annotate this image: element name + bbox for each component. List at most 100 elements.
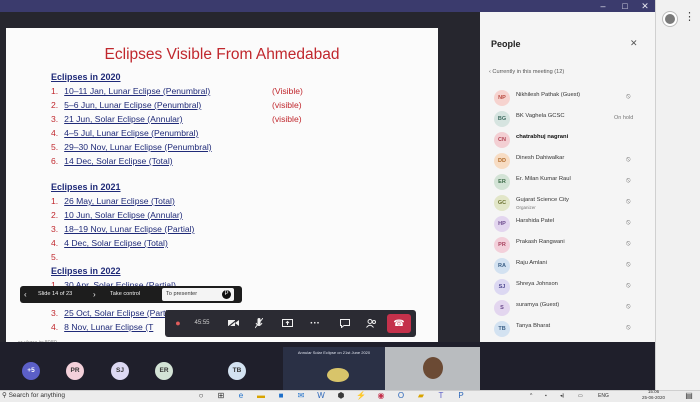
participant-name: Gujarat Science City xyxy=(516,197,569,203)
participant-name: BK Vaghela GCSC xyxy=(516,113,565,119)
section-label: Currently in this meeting (12) xyxy=(492,69,565,75)
microphone-icon[interactable] xyxy=(249,310,269,337)
slide-counter: Slide 14 of 23 xyxy=(38,291,73,297)
participant-avatar: NP xyxy=(494,90,510,106)
maximize-icon[interactable]: □ xyxy=(614,0,636,12)
video-tile-presentation[interactable]: Annular Solar Eclipse on 21st June 2020 xyxy=(283,347,385,390)
mic-muted-icon: ⦸ xyxy=(626,261,631,268)
list-item: 6. 14 Dec, Solar Eclipse (Total) xyxy=(51,156,173,166)
notifications-icon[interactable]: ▤ xyxy=(684,391,694,401)
mic-muted-icon: ⦸ xyxy=(626,324,631,331)
list-item: 2. 5–6 Jun, Lunar Eclipse (Penumbral) xyxy=(51,100,202,110)
powerpoint-icon[interactable]: P xyxy=(456,391,466,401)
close-window-icon[interactable]: ✕ xyxy=(634,0,656,12)
teams-window: – □ ✕ ⋮ Eclipses Visible From Ahmedabad … xyxy=(0,0,700,402)
participant-name: Prakash Rangwani xyxy=(516,239,565,245)
slide-title: Eclipses Visible From Ahmedabad xyxy=(104,46,340,63)
network-icon[interactable]: ▪ xyxy=(545,390,547,402)
hang-up-button[interactable]: ☎ xyxy=(387,314,411,333)
folder-icon[interactable]: ▰ xyxy=(416,391,426,401)
participant-avatar: GC xyxy=(494,195,510,211)
more-actions-icon[interactable]: ··· xyxy=(305,310,325,337)
participant-row[interactable]: GC Gujarat Science City Organizer ⦸ xyxy=(494,195,654,211)
take-control-button[interactable]: Take control xyxy=(110,286,140,303)
visibility-note: (Visible) xyxy=(272,86,303,96)
participant-row[interactable]: NP Nikhilesh Pathak (Guest) ⦸ xyxy=(494,90,654,106)
teams-icon[interactable]: T xyxy=(436,391,446,401)
participant-row[interactable]: PR Prakash Rangwani ⦸ xyxy=(494,237,654,253)
participant-row[interactable]: Ssuramya (Guest) ⦸ xyxy=(494,300,654,316)
section-heading: Eclipses in 2022 xyxy=(51,266,121,276)
participant-role: Organizer xyxy=(516,205,536,210)
participant-row[interactable]: SJ Shreya Johnson ⦸ xyxy=(494,279,654,295)
lightning-icon[interactable]: ⚡ xyxy=(356,391,366,401)
tray-up-arrow-icon[interactable]: ^ xyxy=(530,390,532,402)
chrome-icon[interactable]: ◉ xyxy=(376,391,386,401)
call-controls: ● 45:55 ··· ☎ xyxy=(165,310,416,337)
list-item: 4. 4–5 Jul, Lunar Eclipse (Penumbral) xyxy=(51,128,199,138)
task-view-icon[interactable]: ⊞ xyxy=(216,391,226,401)
participant-row[interactable]: BG BK Vaghela GCSC On hold xyxy=(494,111,654,127)
cortana-icon[interactable]: ○ xyxy=(196,391,206,401)
participant-name: Harshida Patel xyxy=(516,218,555,224)
share-screen-icon[interactable] xyxy=(277,310,297,337)
profile-avatar[interactable] xyxy=(663,12,677,26)
search-placeholder: Search for anything xyxy=(8,392,65,399)
word-icon[interactable]: W xyxy=(316,391,326,401)
outlook-icon[interactable]: O xyxy=(396,391,406,401)
list-item: 5. xyxy=(51,252,59,262)
previous-slide-button[interactable]: ‹ xyxy=(24,286,27,303)
mic-muted-icon: ⦸ xyxy=(626,198,631,205)
battery-icon[interactable]: ▭ xyxy=(578,390,583,402)
participant-avatar-bubble[interactable]: TB xyxy=(228,362,246,380)
more-options-icon[interactable]: ⋮ xyxy=(684,10,695,23)
participant-row[interactable]: CN chatrabhuj nagrani xyxy=(494,132,654,148)
participant-avatar-bubble[interactable]: PR xyxy=(66,362,84,380)
participant-row[interactable]: ER Er. Milan Kumar Raul ⦸ xyxy=(494,174,654,190)
participant-name: Shreya Johnson xyxy=(516,281,558,287)
minimize-icon[interactable]: – xyxy=(592,0,614,12)
participant-row[interactable]: RA Raju Amlani ⦸ xyxy=(494,258,654,274)
participant-name: chatrabhuj nagrani xyxy=(516,134,569,140)
chat-icon[interactable] xyxy=(335,310,355,337)
video-tile-speaker[interactable] xyxy=(385,347,480,390)
presenter-badge: P xyxy=(222,290,231,299)
meeting-section-header[interactable]: ‹ Currently in this meeting (12) xyxy=(489,69,564,75)
to-presenter-button[interactable]: To presenter P xyxy=(162,288,234,301)
camera-icon[interactable] xyxy=(223,310,243,337)
taskbar-search[interactable]: ⚲ Search for anything xyxy=(2,390,65,402)
participant-avatar-bubble[interactable]: +5 xyxy=(22,362,40,380)
file-explorer-icon[interactable]: ▬ xyxy=(256,391,266,401)
eclipse-graphic xyxy=(327,368,349,382)
participant-avatar-bubble[interactable]: SJ xyxy=(111,362,129,380)
app-icon[interactable]: ⬢ xyxy=(336,391,346,401)
section-heading: Eclipses in 2021 xyxy=(51,182,121,192)
participant-name: Dinesh Dahiwalkar xyxy=(516,155,565,161)
mic-muted-icon: ⦸ xyxy=(626,282,631,289)
list-item: 3. 21 Jun, Solar Eclipse (Annular) xyxy=(51,114,183,124)
presenter-toolbar: ‹ Slide 14 of 23 › Take control To prese… xyxy=(20,286,242,303)
participants-icon[interactable] xyxy=(361,310,381,337)
title-bar xyxy=(0,0,655,12)
participant-name: Tanya Bharat xyxy=(516,323,551,329)
participant-row[interactable]: HP Harshida Patel ⦸ xyxy=(494,216,654,232)
language-indicator[interactable]: ENG xyxy=(598,390,609,402)
mic-muted-icon: ⦸ xyxy=(626,219,631,226)
search-icon: ⚲ xyxy=(2,392,7,399)
mic-muted-icon: ⦸ xyxy=(626,240,631,247)
mail-icon[interactable]: ✉ xyxy=(296,391,306,401)
list-item: 1. 10–11 Jan, Lunar Eclipse (Penumbral) xyxy=(51,86,211,96)
meeting-stage: Eclipses Visible From Ahmedabad Eclipses… xyxy=(0,12,480,348)
participant-row[interactable]: TB Tanya Bharat ⦸ xyxy=(494,321,654,337)
mic-muted-icon: ⦸ xyxy=(626,156,631,163)
taskbar-clock[interactable]: 15:06 25-06-2020 xyxy=(642,389,665,401)
participant-avatar: RA xyxy=(494,258,510,274)
volume-icon[interactable]: ◂) xyxy=(560,390,564,402)
participant-avatar-bubble[interactable]: ER xyxy=(155,362,173,380)
participant-row[interactable]: DD Dinesh Dahiwalkar ⦸ xyxy=(494,153,654,169)
store-icon[interactable]: ■ xyxy=(276,391,286,401)
close-panel-icon[interactable]: ✕ xyxy=(630,38,638,49)
edge-icon[interactable]: e xyxy=(236,391,246,401)
participant-avatar: TB xyxy=(494,321,510,337)
next-slide-button[interactable]: › xyxy=(93,286,96,303)
